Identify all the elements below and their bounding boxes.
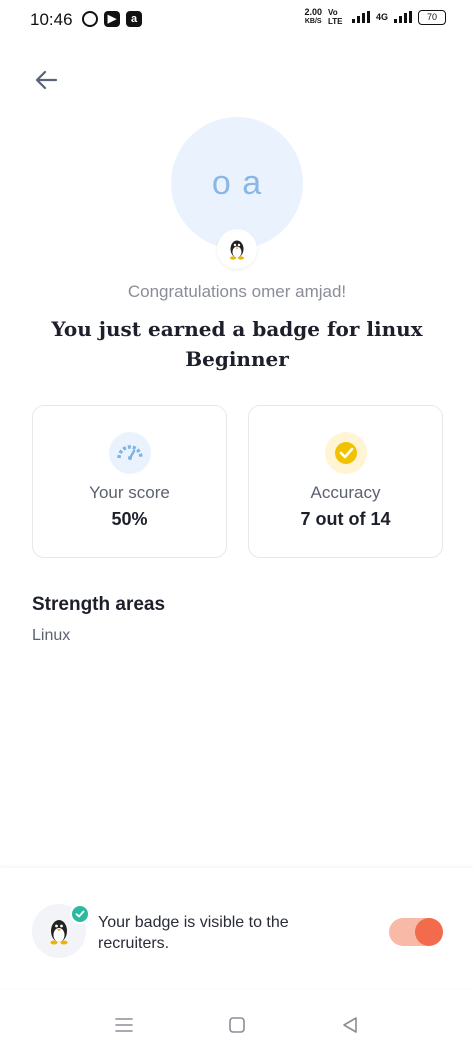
status-time: 10:46 [30,10,73,29]
status-right: 2.00 KB/S Vo LTE 4G 70 [304,8,446,26]
status-bar: 10:46 ▶ a 2.00 KB/S Vo LTE 4G 70 [0,0,474,40]
back-button[interactable] [30,64,62,96]
menu-nav-button[interactable] [107,1010,141,1040]
strength-area-item: Linux [32,627,71,644]
score-value: 50% [111,509,148,529]
volte-label: Vo LTE [327,8,343,26]
arrow-left-icon [35,70,58,90]
back-nav-button[interactable] [333,1010,367,1040]
linux-badge [217,229,257,269]
signal-icon-2 [394,11,412,23]
home-square-icon [229,1017,245,1033]
toggle-knob [415,918,443,946]
accuracy-value: 7 out of 14 [300,509,391,529]
visibility-text: Your badge is visible to the recruiters. [98,914,289,952]
network-type: 4G [375,12,388,22]
speedometer-icon [109,432,151,474]
strength-areas-title: Strength areas [32,594,166,615]
congrats-text: Congratulations omer amjad! [127,282,347,301]
menu-icon [115,1018,133,1032]
youtube-icon: ▶ [104,11,120,27]
battery-icon: 70 [418,9,446,25]
score-card: Your score 50% [32,405,227,558]
home-nav-button[interactable] [220,1010,254,1040]
system-nav-bar [0,1000,474,1053]
signal-icon [351,11,370,23]
check-circle-icon [325,432,367,474]
accuracy-card: Accuracy 7 out of 14 [248,405,443,558]
verified-check-icon [70,904,90,924]
amazon-icon: a [126,11,142,27]
whatsapp-icon [82,11,98,27]
accuracy-label: Accuracy [310,483,381,502]
back-triangle-icon [343,1017,357,1033]
notification-icons: ▶ a [82,11,142,27]
net-speed: 2.00 KB/S [304,7,322,26]
linux-penguin-icon [230,240,244,260]
score-label: Your score [89,483,170,502]
visibility-toggle[interactable] [389,918,443,946]
badge-title: You just earned a badge for linux Beginn… [51,317,423,371]
